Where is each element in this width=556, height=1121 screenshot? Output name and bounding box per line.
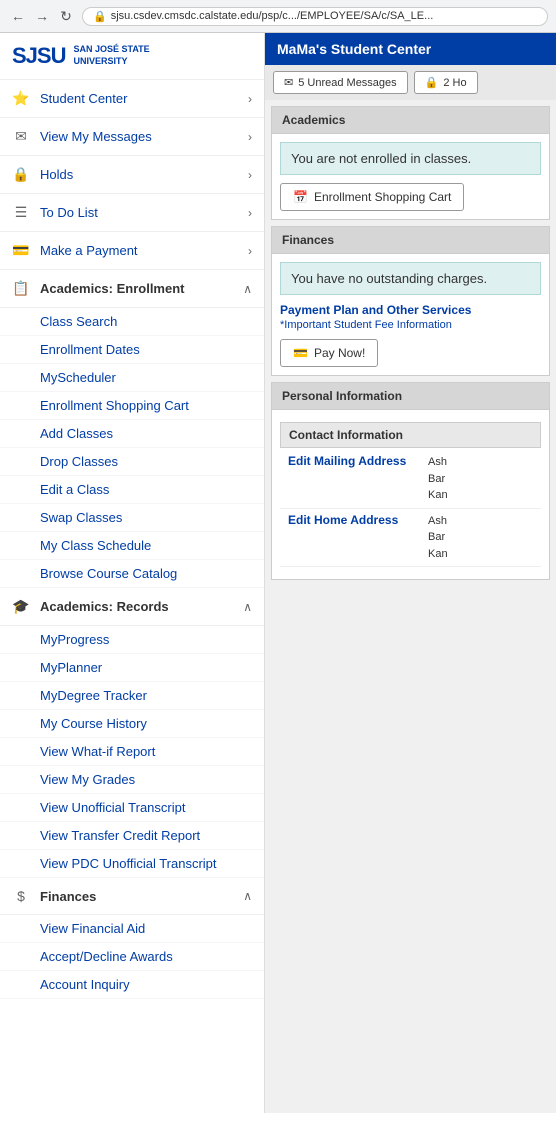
student-center-header: MaMa's Student Center (265, 33, 556, 65)
envelope-icon: ✉ (12, 128, 30, 145)
subnav-view-unofficial-transcript[interactable]: View Unofficial Transcript (0, 794, 264, 822)
finances-panel-body: You have no outstanding charges. Payment… (272, 254, 549, 375)
academics-panel-body: You are not enrolled in classes. 📅 Enrol… (272, 134, 549, 219)
home-address-row: Edit Home Address Ash Bar Kan (280, 509, 541, 568)
chevron-up-icon: ∧ (243, 600, 252, 614)
academics-panel: Academics You are not enrolled in classe… (271, 106, 550, 220)
finances-header[interactable]: $ Finances ∧ (0, 878, 264, 915)
personal-info-body: Contact Information Edit Mailing Address… (272, 410, 549, 579)
chevron-right-icon: › (248, 244, 252, 258)
edit-mailing-address-link[interactable]: Edit Mailing Address (288, 454, 428, 468)
subnav-myprogress[interactable]: MyProgress (0, 626, 264, 654)
chevron-right-icon: › (248, 130, 252, 144)
contact-info-header: Contact Information (280, 422, 541, 448)
subnav-account-inquiry[interactable]: Account Inquiry (0, 971, 264, 999)
clipboard-icon: 📋 (12, 280, 30, 297)
edit-home-address-link[interactable]: Edit Home Address (288, 513, 428, 527)
lock-icon: 🔒 (12, 166, 30, 183)
sjsu-logo-area: SJSU SAN JOSÉ STATE UNIVERSITY (0, 33, 264, 80)
subnav-enrollment-shopping-cart[interactable]: Enrollment Shopping Cart (0, 392, 264, 420)
sidebar-item-student-center[interactable]: ⭐ Student Center › (0, 80, 264, 118)
calendar-icon: 📅 (293, 190, 308, 204)
envelope-icon: ✉ (284, 76, 293, 89)
subnav-edit-class[interactable]: Edit a Class (0, 476, 264, 504)
academics-records-subnav: MyProgress MyPlanner MyDegree Tracker My… (0, 626, 264, 878)
home-address-info: Ash Bar Kan (428, 513, 448, 563)
ssl-lock-icon: 🔒 (93, 10, 107, 23)
chevron-up-icon: ∧ (243, 889, 252, 903)
contact-info-section: Contact Information Edit Mailing Address… (280, 422, 541, 567)
sidebar-item-view-messages[interactable]: ✉ View My Messages › (0, 118, 264, 156)
browser-chrome: ← → ↻ 🔒 sjsu.csdev.cmsdc.calstate.edu/ps… (0, 0, 556, 33)
subnav-view-my-grades[interactable]: View My Grades (0, 766, 264, 794)
subnav-add-classes[interactable]: Add Classes (0, 420, 264, 448)
subnav-drop-classes[interactable]: Drop Classes (0, 448, 264, 476)
subnav-my-course-history[interactable]: My Course History (0, 710, 264, 738)
list-icon: ☰ (12, 204, 30, 221)
credit-card-icon: 💳 (293, 346, 308, 360)
chevron-up-icon: ∧ (243, 282, 252, 296)
no-charges-notice: You have no outstanding charges. (280, 262, 541, 295)
sidebar-item-holds[interactable]: 🔒 Holds › (0, 156, 264, 194)
fee-info-link[interactable]: *Important Student Fee Information (280, 319, 541, 331)
subnav-class-search[interactable]: Class Search (0, 308, 264, 336)
refresh-button[interactable]: ↻ (56, 6, 76, 26)
academics-enrollment-subnav: Class Search Enrollment Dates MySchedule… (0, 308, 264, 588)
subnav-view-what-if-report[interactable]: View What-if Report (0, 738, 264, 766)
chevron-right-icon: › (248, 206, 252, 220)
subnav-view-transfer-credit[interactable]: View Transfer Credit Report (0, 822, 264, 850)
subnav-mydegree-tracker[interactable]: MyDegree Tracker (0, 682, 264, 710)
chevron-right-icon: › (248, 92, 252, 106)
card-icon: 💳 (12, 242, 30, 259)
academics-records-header[interactable]: 🎓 Academics: Records ∧ (0, 588, 264, 626)
unread-messages-button[interactable]: ✉ 5 Unread Messages (273, 71, 408, 94)
sidebar: SJSU SAN JOSÉ STATE UNIVERSITY ⭐ Student… (0, 33, 265, 1113)
chevron-right-icon: › (248, 168, 252, 182)
page-container: SJSU SAN JOSÉ STATE UNIVERSITY ⭐ Student… (0, 33, 556, 1113)
back-button[interactable]: ← (8, 6, 28, 26)
main-content: MaMa's Student Center ✉ 5 Unread Message… (265, 33, 556, 1113)
address-bar[interactable]: 🔒 sjsu.csdev.cmsdc.calstate.edu/psp/c...… (82, 7, 548, 26)
url-text: sjsu.csdev.cmsdc.calstate.edu/psp/c.../E… (111, 10, 434, 22)
holds-button[interactable]: 🔒 2 Ho (414, 71, 478, 94)
subnav-enrollment-dates[interactable]: Enrollment Dates (0, 336, 264, 364)
action-bar: ✉ 5 Unread Messages 🔒 2 Ho (265, 65, 556, 100)
finances-panel-header: Finances (272, 227, 549, 254)
sidebar-item-make-payment[interactable]: 💳 Make a Payment › (0, 232, 264, 270)
forward-button[interactable]: → (32, 6, 52, 26)
sjsu-name: SAN JOSÉ STATE UNIVERSITY (73, 44, 149, 67)
academics-panel-header: Academics (272, 107, 549, 134)
subnav-view-pdc-transcript[interactable]: View PDC Unofficial Transcript (0, 850, 264, 878)
browser-nav[interactable]: ← → ↻ (8, 6, 76, 26)
pay-now-button[interactable]: 💳 Pay Now! (280, 339, 378, 367)
mailing-address-row: Edit Mailing Address Ash Bar Kan (280, 450, 541, 509)
subnav-view-financial-aid[interactable]: View Financial Aid (0, 915, 264, 943)
mailing-address-info: Ash Bar Kan (428, 454, 448, 504)
personal-info-header: Personal Information (272, 383, 549, 410)
finances-panel: Finances You have no outstanding charges… (271, 226, 550, 376)
lock-icon: 🔒 (425, 76, 439, 89)
finances-subnav: View Financial Aid Accept/Decline Awards… (0, 915, 264, 999)
subnav-myplanner[interactable]: MyPlanner (0, 654, 264, 682)
not-enrolled-notice: You are not enrolled in classes. (280, 142, 541, 175)
dollar-icon: $ (12, 888, 30, 904)
academics-enrollment-header[interactable]: 📋 Academics: Enrollment ∧ (0, 270, 264, 308)
sidebar-item-to-do-list[interactable]: ☰ To Do List › (0, 194, 264, 232)
subnav-browse-course-catalog[interactable]: Browse Course Catalog (0, 560, 264, 588)
enrollment-shopping-cart-button[interactable]: 📅 Enrollment Shopping Cart (280, 183, 464, 211)
subnav-swap-classes[interactable]: Swap Classes (0, 504, 264, 532)
subnav-myscheduler[interactable]: MyScheduler (0, 364, 264, 392)
subnav-my-class-schedule[interactable]: My Class Schedule (0, 532, 264, 560)
personal-info-panel: Personal Information Contact Information… (271, 382, 550, 580)
subnav-accept-decline-awards[interactable]: Accept/Decline Awards (0, 943, 264, 971)
star-icon: ⭐ (12, 90, 30, 107)
graduation-icon: 🎓 (12, 598, 30, 615)
payment-plan-link[interactable]: Payment Plan and Other Services (280, 303, 541, 317)
sjsu-logo: SJSU (12, 43, 65, 69)
